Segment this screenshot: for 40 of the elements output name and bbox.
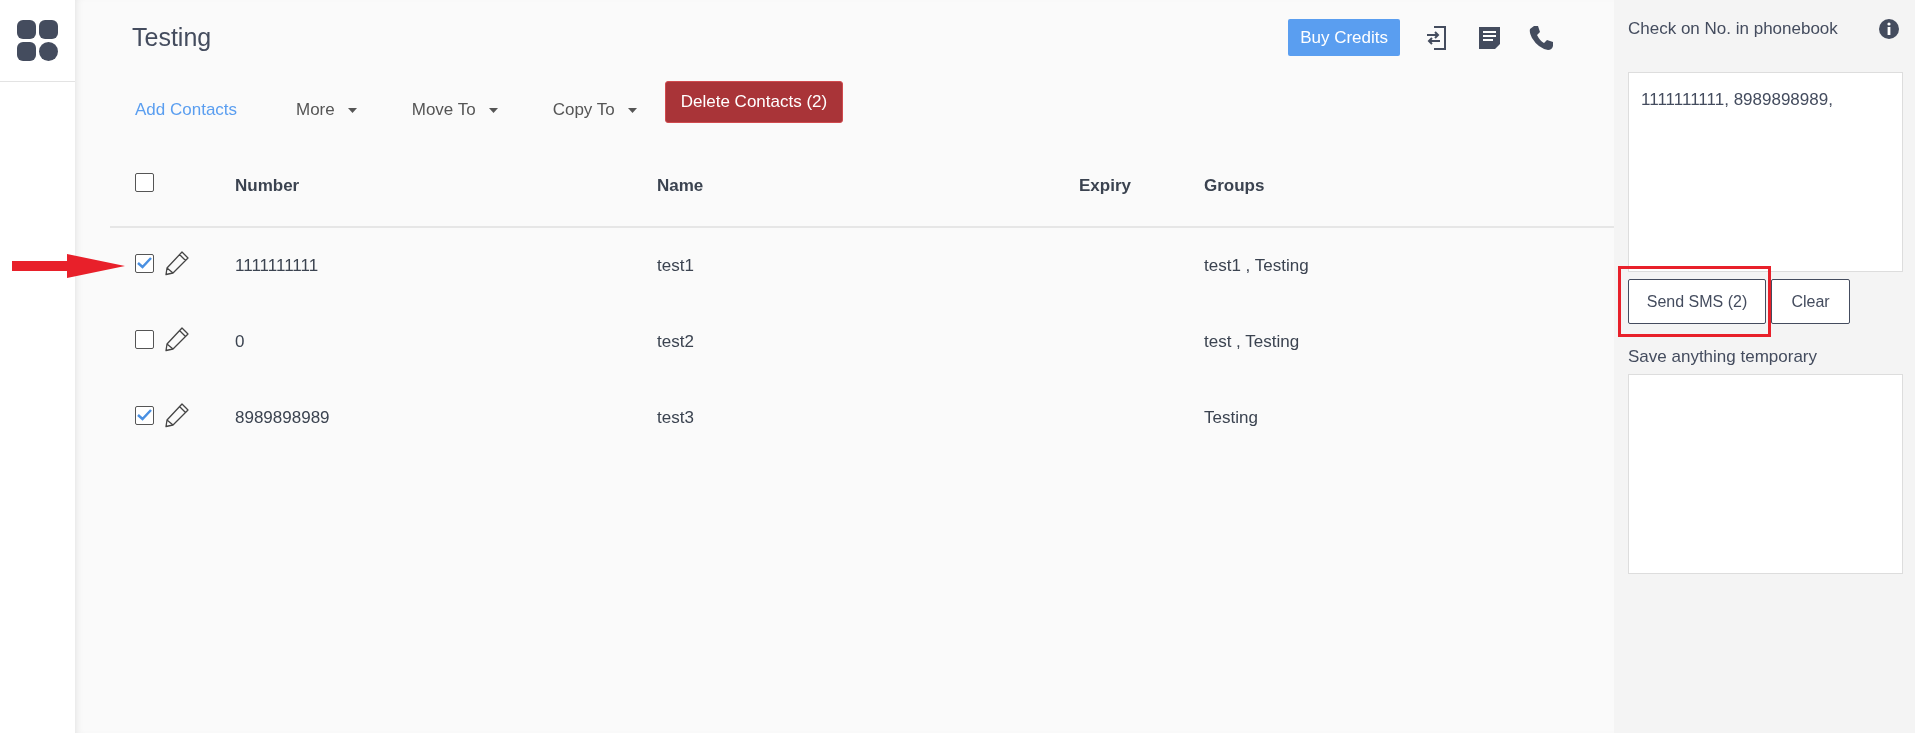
app-grid-logo[interactable] <box>17 20 58 61</box>
checkbox[interactable] <box>135 405 154 425</box>
caret-icon <box>347 107 357 113</box>
column-header: Name <box>657 174 705 197</box>
column-header: Groups <box>1204 174 1266 197</box>
clear-button[interactable]: Clear <box>1771 279 1850 324</box>
field-label: Save anything temporary <box>1628 346 1818 368</box>
checkbox[interactable] <box>135 329 154 349</box>
name-cell-text: test2 <box>657 331 695 354</box>
number-cell-text: 0 <box>235 331 246 354</box>
import-icon[interactable] <box>1426 24 1448 51</box>
checkbox[interactable] <box>135 173 154 192</box>
temporary-notes-field[interactable] <box>1628 373 1903 574</box>
dropdown-menu[interactable]: Move To <box>411 97 498 123</box>
caret-icon <box>627 107 637 113</box>
checkbox[interactable] <box>135 253 154 273</box>
page-title: Testing <box>132 21 212 53</box>
number-cell-text: 8989898989 <box>235 407 331 430</box>
pencil-icon[interactable] <box>164 326 190 352</box>
column-header: Number <box>235 174 301 197</box>
send-sms-button[interactable]: Send SMS (2) <box>1628 279 1766 324</box>
dropdown-menu[interactable]: More <box>296 97 357 123</box>
groups-cell-text: test , Testing <box>1204 331 1301 354</box>
name-cell-text: test3 <box>657 407 695 430</box>
caret-icon <box>488 107 498 113</box>
phone-icon[interactable] <box>1528 24 1554 51</box>
checkmark-icon <box>137 409 152 421</box>
column-header: Expiry <box>1079 174 1132 197</box>
checkmark-icon <box>137 257 152 269</box>
pencil-icon[interactable] <box>164 250 190 276</box>
delete-contacts-button[interactable]: Delete Contacts (2) <box>664 81 844 123</box>
numbers-field[interactable]: 1111111111, 8989898989, <box>1628 72 1903 272</box>
panel-title: Check on No. in phonebook <box>1628 18 1838 41</box>
name-cell-text: test1 <box>657 255 695 278</box>
pencil-icon[interactable] <box>164 402 190 428</box>
groups-cell-text: Testing <box>1204 407 1259 430</box>
info-icon[interactable] <box>1879 19 1899 39</box>
groups-cell-text: test1 , Testing <box>1204 255 1310 278</box>
number-cell-text: 1111111111 <box>235 255 320 278</box>
dropdown-menu[interactable]: Copy To <box>552 97 637 123</box>
